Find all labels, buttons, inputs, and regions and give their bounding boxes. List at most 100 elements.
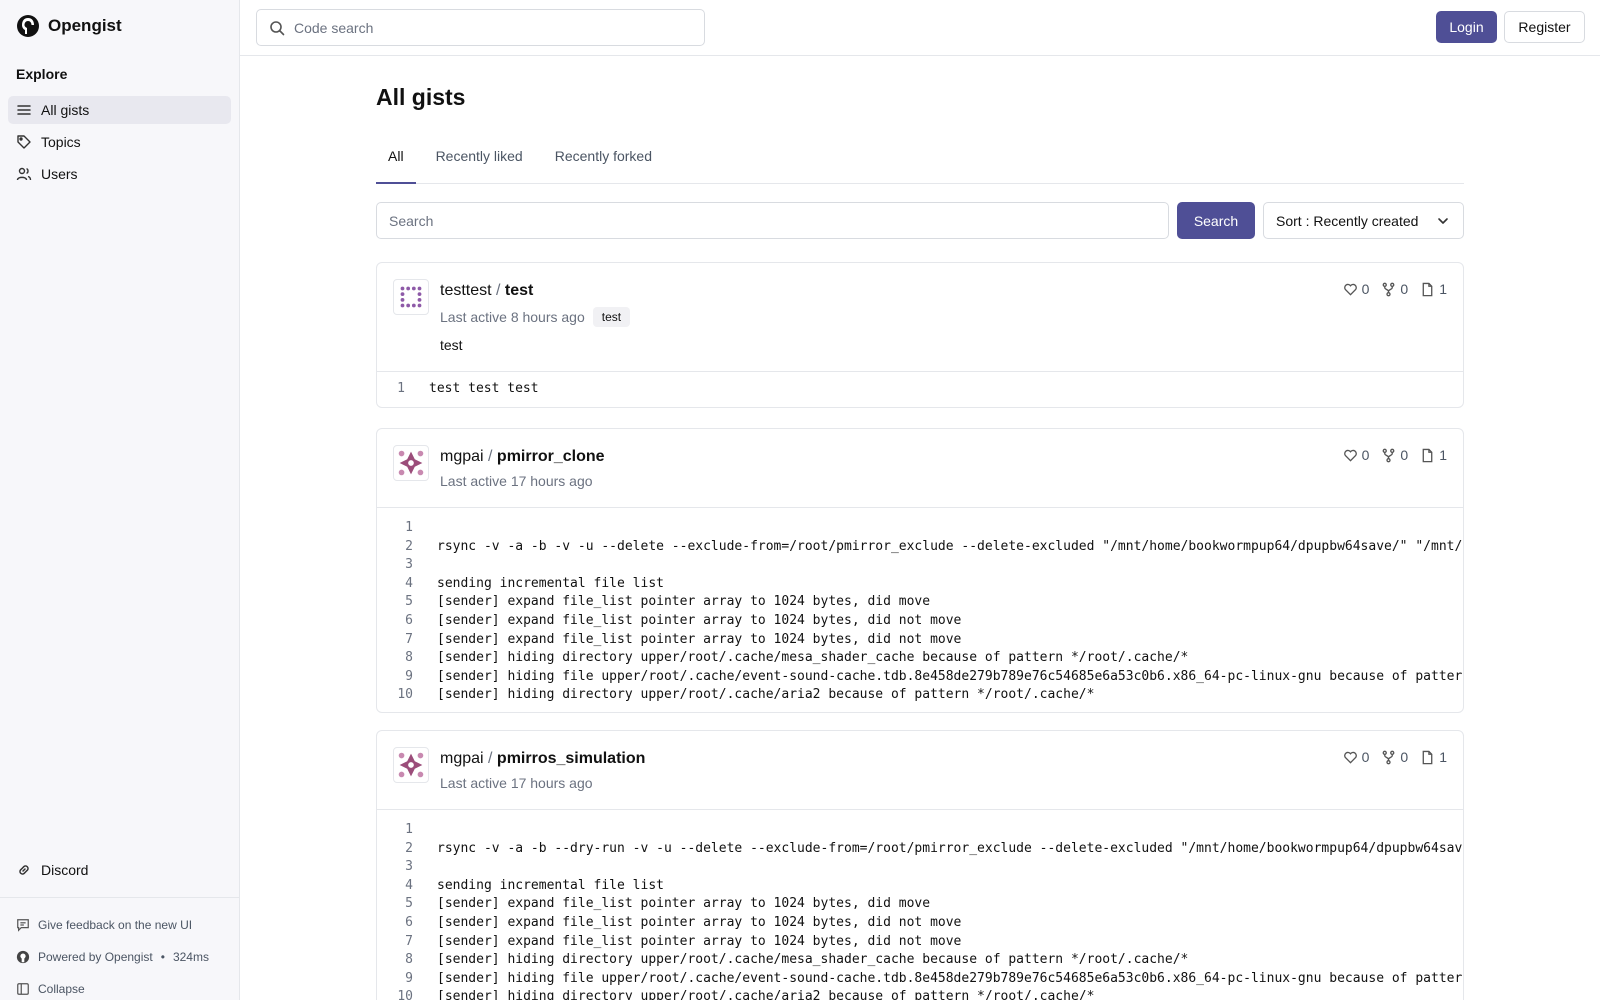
gist-card: testtest / test Last active 8 hours ago … [376,262,1464,408]
gist-meta: Last active 17 hours ago [440,775,593,791]
last-active: Last active 8 hours ago [440,309,585,325]
gist-name-link[interactable]: pmirros_simulation [497,750,645,767]
likes-value: 0 [1361,447,1370,463]
message-icon [17,919,29,932]
powered-by: Powered by Opengist • 324ms [16,950,209,964]
code-line: 9 [sender] hiding file upper/root/.cache/… [377,668,1463,687]
line-number: 3 [405,557,413,573]
brand-link[interactable]: Opengist [16,14,122,38]
likes-count: 0 [1343,447,1370,463]
line-number: 4 [405,877,413,893]
sort-label: Sort : Recently created [1276,212,1419,229]
sidebar-nav: All gists Topics Users [8,96,231,192]
code-line: 1 test test test [377,380,1463,399]
gist-search-input[interactable] [376,202,1169,239]
collapse-sidebar-button[interactable]: Collapse [16,982,85,996]
forks-value: 0 [1400,447,1409,463]
gist-header: testtest / test Last active 8 hours ago … [377,263,1463,371]
code-line: 5 [sender] expand file_list pointer array… [377,593,1463,612]
gist-card: mgpai / pmirros_simulation Last active 1… [376,730,1464,1000]
avatar[interactable] [393,747,429,783]
code-line: 3 [377,556,1463,575]
tab-recently-forked[interactable]: Recently forked [543,142,664,184]
sidebar-item-all-gists[interactable]: All gists [8,96,231,124]
sidebar-item-label: All gists [41,102,90,118]
heart-icon [1343,751,1357,764]
code-preview[interactable]: 1 2 rsync -v -a -b --dry-run -v -u --delet… [377,809,1463,1000]
forks-count: 0 [1381,281,1408,297]
feedback-link[interactable]: Give feedback on the new UI [16,918,192,932]
code-line: 8 [sender] hiding directory upper/root/.c… [377,649,1463,668]
sidebar-divider [0,897,239,898]
code-line: 1 [377,519,1463,538]
code-search-input[interactable] [294,19,684,36]
code-line: 7 [sender] expand file_list pointer array… [377,631,1463,650]
line-number: 3 [405,859,413,875]
last-active: Last active 17 hours ago [440,473,593,489]
avatar[interactable] [393,445,429,481]
code-line: 8 [sender] hiding directory upper/root/.c… [377,951,1463,970]
line-number: 2 [405,538,413,554]
sort-dropdown[interactable]: Sort : Recently created [1263,202,1464,239]
sidebar-item-label: Topics [41,134,81,150]
tab-recently-liked[interactable]: Recently liked [424,142,535,184]
register-button[interactable]: Register [1504,11,1585,43]
code-line: 4 sending incremental file list [377,575,1463,594]
sidebar-item-topics[interactable]: Topics [8,128,231,156]
code-line: 1 [377,821,1463,840]
avatar[interactable] [393,279,429,315]
code-search-box[interactable] [256,9,705,46]
tag-icon [17,135,31,149]
powered-by-link[interactable]: Powered by Opengist [38,950,153,964]
gist-name-link[interactable]: pmirror_clone [497,448,605,465]
file-icon [1422,750,1433,764]
line-number: 7 [405,631,413,647]
code-line: 6 [sender] expand file_list pointer array… [377,914,1463,933]
code-line: 6 [sender] expand file_list pointer array… [377,612,1463,631]
likes-value: 0 [1361,749,1370,765]
topic-tag[interactable]: test [592,307,631,327]
forks-count: 0 [1381,749,1408,765]
code-line: 2 rsync -v -a -b -v -u --delete --exclude… [377,538,1463,557]
discord-link[interactable]: Discord [0,856,104,884]
line-content: [sender] hiding directory upper/root/.ca… [437,952,1189,968]
line-number: 7 [405,933,413,949]
code-preview[interactable]: 1 2 rsync -v -a -b -v -u --delete --exclud… [377,507,1463,712]
title-separator: / [488,448,497,465]
gist-meta: Last active 8 hours ago test [440,307,631,327]
line-number: 8 [405,952,413,968]
code-preview[interactable]: 1 test test test [377,371,1463,407]
files-count: 1 [1420,749,1447,765]
line-content: [sender] hiding directory upper/root/.ca… [437,989,1095,1000]
file-icon [1422,282,1433,296]
feedback-label: Give feedback on the new UI [38,918,193,932]
fork-icon [1383,282,1395,296]
sidebar-item-users[interactable]: Users [8,160,231,188]
github-icon [16,950,30,964]
line-number: 6 [405,612,413,628]
file-icon [1422,448,1433,462]
gist-card: mgpai / pmirror_clone Last active 17 hou… [376,428,1464,713]
line-number: 10 [397,687,413,703]
gist-owner-link[interactable]: testtest [440,282,492,299]
gist-name-link[interactable]: test [505,282,533,299]
gist-owner-link[interactable]: mgpai [440,750,484,767]
line-content: test test test [429,381,539,396]
tab-all[interactable]: All [376,142,416,184]
login-button[interactable]: Login [1436,11,1497,43]
search-icon [270,20,285,35]
code-line: 9 [sender] hiding file upper/root/.cache/… [377,970,1463,989]
link-icon [19,865,29,875]
sidebar-collapse-icon [17,983,29,995]
line-content: [sender] hiding directory upper/root/.ca… [437,687,1095,703]
line-content: [sender] expand file_list pointer array … [437,631,962,647]
line-content: [sender] expand file_list pointer array … [437,612,962,628]
search-button[interactable]: Search [1177,202,1255,239]
gist-owner-link[interactable]: mgpai [440,448,484,465]
title-separator: / [496,282,505,299]
line-content: [sender] expand file_list pointer array … [437,896,931,912]
fork-icon [1383,750,1395,764]
files-count: 1 [1420,281,1447,297]
sidebar: Opengist Explore All gists Topics Users … [0,0,240,1000]
files-value: 1 [1439,281,1447,297]
